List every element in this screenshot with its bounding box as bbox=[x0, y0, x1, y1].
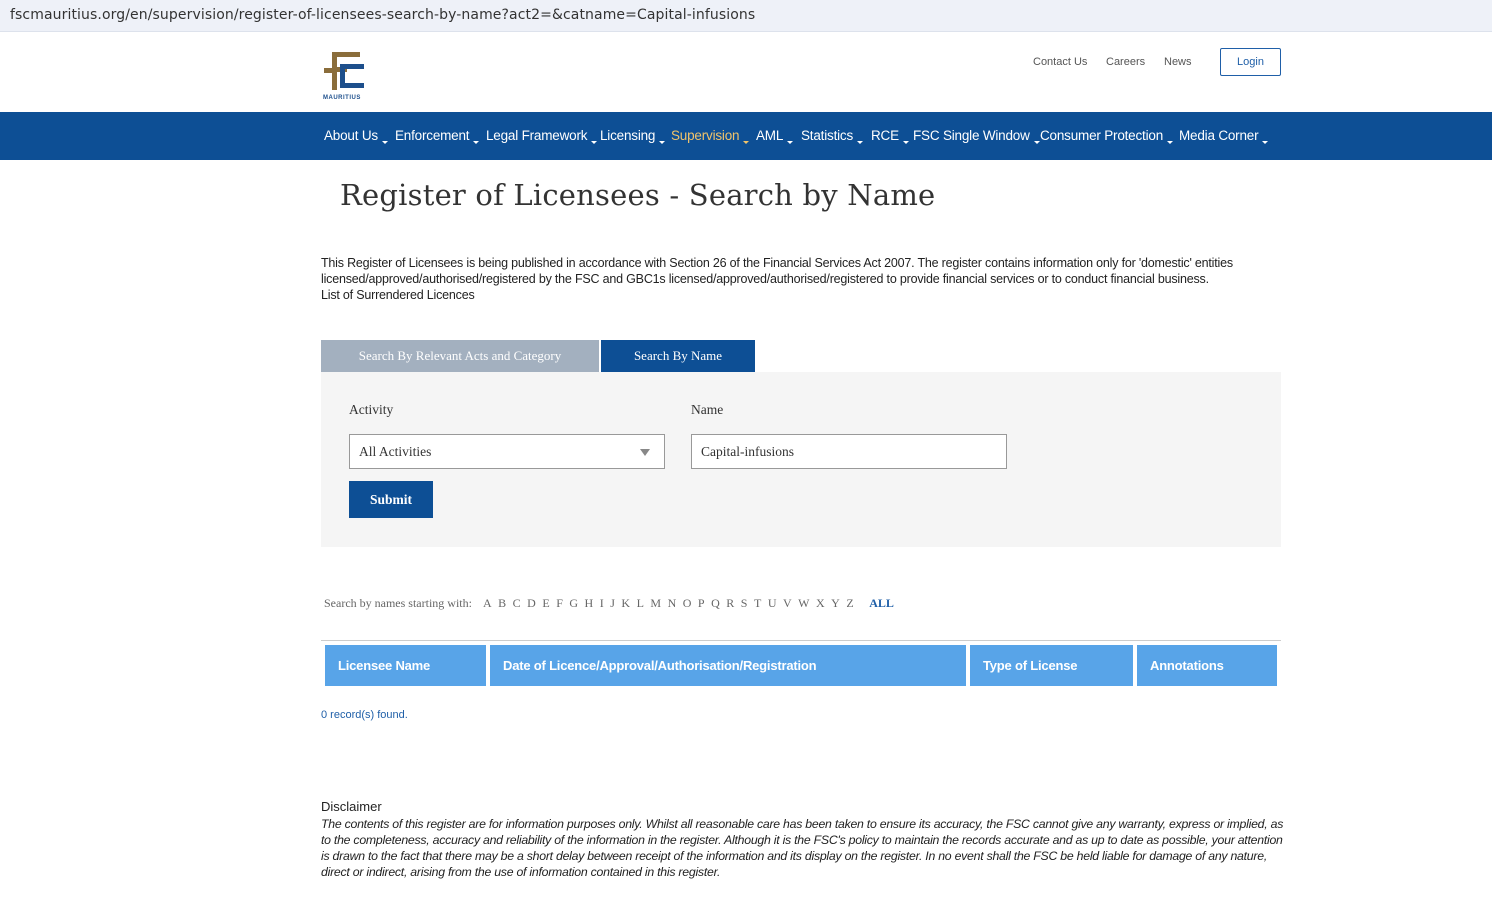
alphabet-letter-y[interactable]: Y bbox=[831, 596, 840, 611]
alphabet-filter: Search by names starting with: ABCDEFGHI… bbox=[324, 596, 894, 611]
page-title: Register of Licensees - Search by Name bbox=[340, 178, 936, 212]
alphabet-letter-a[interactable]: A bbox=[483, 596, 492, 611]
submit-button[interactable]: Submit bbox=[349, 481, 433, 518]
nav-label: Statistics bbox=[801, 128, 854, 143]
chevron-down-icon bbox=[1033, 141, 1040, 144]
nav-label: AML bbox=[756, 128, 784, 143]
nav-label: Enforcement bbox=[395, 128, 470, 143]
nav-label: Consumer Protection bbox=[1040, 128, 1164, 143]
col-date: Date of Licence/Approval/Authorisation/R… bbox=[490, 645, 966, 686]
contact-us-link[interactable]: Contact Us bbox=[1033, 56, 1087, 68]
main-nav: About Us Enforcement Legal Framework Lic… bbox=[0, 112, 1492, 160]
nav-label: Licensing bbox=[600, 128, 656, 143]
alphabet-letters: ABCDEFGHIJKLMNOPQRSTUVWXYZ bbox=[483, 596, 860, 610]
dropdown-arrow-icon bbox=[640, 449, 650, 456]
nav-label: Legal Framework bbox=[486, 128, 588, 143]
tab-search-by-name[interactable]: Search By Name bbox=[601, 340, 755, 372]
nav-about-us[interactable]: About Us bbox=[324, 128, 388, 144]
chevron-down-icon bbox=[787, 141, 794, 144]
alphabet-letter-t[interactable]: T bbox=[754, 596, 761, 611]
nav-enforcement[interactable]: Enforcement bbox=[395, 128, 480, 144]
alphabet-letter-b[interactable]: B bbox=[498, 596, 506, 611]
activity-label: Activity bbox=[349, 402, 394, 417]
nav-rce[interactable]: RCE bbox=[871, 128, 909, 144]
alphabet-letter-v[interactable]: V bbox=[783, 596, 792, 611]
chevron-down-icon bbox=[743, 141, 750, 144]
login-button[interactable]: Login bbox=[1220, 48, 1281, 76]
search-form-panel: Activity Name All Activities Capital-inf… bbox=[321, 372, 1281, 547]
nav-statistics[interactable]: Statistics bbox=[801, 128, 864, 144]
careers-link[interactable]: Careers bbox=[1106, 56, 1145, 68]
chevron-down-icon bbox=[902, 141, 909, 144]
alphabet-letter-z[interactable]: Z bbox=[846, 596, 853, 611]
alphabet-letter-d[interactable]: D bbox=[527, 596, 536, 611]
alphabet-label: Search by names starting with: bbox=[324, 596, 472, 610]
news-link[interactable]: News bbox=[1164, 56, 1192, 68]
alphabet-letter-p[interactable]: P bbox=[698, 596, 705, 611]
disclaimer-text: The contents of this register are for in… bbox=[321, 817, 1284, 879]
alphabet-letter-o[interactable]: O bbox=[683, 596, 692, 611]
chevron-down-icon bbox=[591, 141, 598, 144]
chevron-down-icon bbox=[857, 141, 864, 144]
nav-legal-framework[interactable]: Legal Framework bbox=[486, 128, 598, 144]
surrendered-licences-link[interactable]: List of Surrendered Licences bbox=[321, 287, 1281, 303]
chevron-down-icon bbox=[1167, 141, 1174, 144]
intro-text: This Register of Licensees is being publ… bbox=[321, 255, 1281, 303]
alphabet-letter-q[interactable]: Q bbox=[711, 596, 720, 611]
nav-supervision[interactable]: Supervision bbox=[671, 128, 750, 144]
chevron-down-icon bbox=[659, 141, 666, 144]
alphabet-letter-r[interactable]: R bbox=[726, 596, 734, 611]
alphabet-letter-i[interactable]: I bbox=[600, 596, 604, 611]
chevron-down-icon bbox=[381, 141, 388, 144]
alphabet-letter-g[interactable]: G bbox=[569, 596, 578, 611]
alphabet-all-link[interactable]: ALL bbox=[869, 596, 894, 610]
alphabet-letter-f[interactable]: F bbox=[556, 596, 563, 611]
activity-select[interactable]: All Activities bbox=[349, 434, 665, 469]
records-count: 0 record(s) found. bbox=[321, 709, 408, 721]
alphabet-letter-x[interactable]: X bbox=[816, 596, 825, 611]
name-input[interactable]: Capital-infusions bbox=[691, 434, 1007, 469]
intro-paragraph: This Register of Licensees is being publ… bbox=[321, 256, 1233, 286]
alphabet-letter-w[interactable]: W bbox=[798, 596, 809, 611]
nav-label: About Us bbox=[324, 128, 378, 143]
tab-search-by-acts[interactable]: Search By Relevant Acts and Category bbox=[321, 340, 599, 372]
nav-label: Supervision bbox=[671, 128, 740, 143]
alphabet-letter-l[interactable]: L bbox=[637, 596, 644, 611]
alphabet-letter-k[interactable]: K bbox=[621, 596, 630, 611]
chevron-down-icon bbox=[473, 141, 480, 144]
alphabet-letter-u[interactable]: U bbox=[768, 596, 777, 611]
disclaimer-title: Disclaimer bbox=[321, 799, 382, 814]
browser-url[interactable]: fscmauritius.org/en/supervision/register… bbox=[10, 7, 755, 23]
chevron-down-icon bbox=[1262, 141, 1269, 144]
nav-consumer-protection[interactable]: Consumer Protection bbox=[1040, 128, 1174, 144]
alphabet-letter-n[interactable]: N bbox=[668, 596, 677, 611]
col-type-of-license: Type of License bbox=[970, 645, 1133, 686]
nav-aml[interactable]: AML bbox=[756, 128, 794, 144]
name-label: Name bbox=[691, 402, 724, 417]
nav-fsc-single-window[interactable]: FSC Single Window bbox=[913, 128, 1040, 144]
logo-text: MAURITIUS bbox=[323, 95, 361, 101]
col-annotations: Annotations bbox=[1137, 645, 1277, 686]
nav-label: Media Corner bbox=[1179, 128, 1259, 143]
col-licensee-name: Licensee Name bbox=[325, 645, 486, 686]
activity-select-value: All Activities bbox=[359, 444, 432, 459]
table-top-rule bbox=[321, 640, 1281, 641]
alphabet-letter-c[interactable]: C bbox=[513, 596, 521, 611]
nav-label: RCE bbox=[871, 128, 899, 143]
alphabet-letter-e[interactable]: E bbox=[542, 596, 549, 611]
alphabet-letter-s[interactable]: S bbox=[741, 596, 748, 611]
nav-label: FSC Single Window bbox=[913, 128, 1030, 143]
browser-address-bar[interactable]: fscmauritius.org/en/supervision/register… bbox=[0, 0, 1492, 32]
alphabet-letter-m[interactable]: M bbox=[650, 596, 661, 611]
nav-media-corner[interactable]: Media Corner bbox=[1179, 128, 1269, 144]
nav-licensing[interactable]: Licensing bbox=[600, 128, 666, 144]
alphabet-letter-j[interactable]: J bbox=[610, 596, 615, 611]
alphabet-letter-h[interactable]: H bbox=[585, 596, 594, 611]
site-header: MAURITIUS Contact Us Careers News Login bbox=[0, 38, 1492, 112]
